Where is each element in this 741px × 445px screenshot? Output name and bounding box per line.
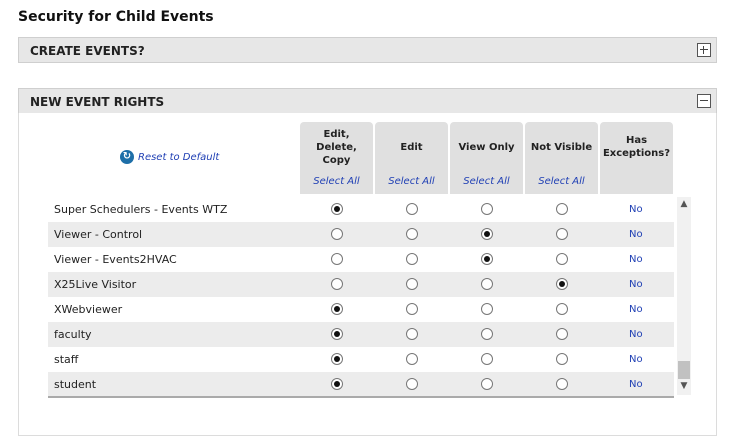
select-all-link[interactable]: Select All (375, 176, 448, 187)
reset-label: Reset to Default (138, 152, 220, 163)
exceptions-link[interactable]: No (629, 204, 643, 215)
scrollbar-thumb[interactable] (678, 361, 690, 379)
reset-icon: ↻ (120, 150, 134, 164)
exceptions-link[interactable]: No (629, 304, 643, 315)
group-name: staff (54, 353, 79, 366)
table-row: student No (48, 372, 674, 397)
column-header-label: Copy (322, 155, 351, 166)
column-header-3: Not Visible Select All (525, 122, 598, 194)
column-header-label: Not Visible (530, 142, 593, 153)
permission-radio[interactable] (556, 278, 568, 290)
table-row: Super Schedulers - Events WTZ No (48, 197, 674, 222)
group-name: Viewer - Control (54, 228, 143, 241)
column-header-label: Edit (400, 142, 423, 153)
select-all-link[interactable]: Select All (525, 176, 598, 187)
permission-radio[interactable] (556, 328, 568, 340)
permission-radio[interactable] (331, 378, 343, 390)
exceptions-link[interactable]: No (629, 354, 643, 365)
permission-radio[interactable] (331, 303, 343, 315)
permission-radio[interactable] (481, 253, 493, 265)
column-header-0: Edit, Delete, Copy Select All (300, 122, 373, 194)
permission-radio[interactable] (481, 278, 493, 290)
permission-radio[interactable] (556, 353, 568, 365)
permission-radio[interactable] (481, 378, 493, 390)
reset-to-default-link[interactable]: ↻ Reset to Default (120, 150, 219, 164)
column-header-label: Exceptions? (602, 148, 671, 159)
permission-radio[interactable] (481, 228, 493, 240)
table-row: Viewer - Control No (48, 222, 674, 247)
table-row: Viewer - Events2HVAC No (48, 247, 674, 272)
column-header-1: Edit Select All (375, 122, 448, 194)
permission-radio[interactable] (331, 203, 343, 215)
permission-radio[interactable] (331, 353, 343, 365)
create-events-header[interactable]: CREATE EVENTS? (18, 37, 717, 63)
table-row: faculty No (48, 322, 674, 347)
group-name: Super Schedulers - Events WTZ (54, 203, 228, 216)
group-name: Viewer - Events2HVAC (54, 253, 177, 266)
scrollbar[interactable]: ▲ ▼ (677, 197, 691, 395)
permission-radio[interactable] (406, 303, 418, 315)
permission-radio[interactable] (406, 278, 418, 290)
column-header-4: Has Exceptions? (600, 122, 673, 194)
permission-radio[interactable] (556, 203, 568, 215)
permission-radio[interactable] (331, 253, 343, 265)
table-row: staff No (48, 347, 674, 372)
permission-radio[interactable] (481, 353, 493, 365)
new-event-rights-header[interactable]: NEW EVENT RIGHTS (18, 88, 717, 114)
page-title: Security for Child Events (18, 9, 214, 25)
new-event-rights-label: NEW EVENT RIGHTS (30, 95, 165, 109)
exceptions-link[interactable]: No (629, 329, 643, 340)
expand-icon[interactable] (697, 43, 711, 57)
table-row: X25Live Visitor No (48, 272, 674, 297)
group-name: student (54, 378, 97, 391)
exceptions-link[interactable]: No (629, 229, 643, 240)
create-events-label: CREATE EVENTS? (30, 44, 145, 58)
scroll-down-icon[interactable]: ▼ (677, 381, 691, 391)
column-header-label: Has (625, 135, 648, 146)
permission-radio[interactable] (556, 378, 568, 390)
permission-radio[interactable] (406, 253, 418, 265)
permission-radio[interactable] (406, 378, 418, 390)
group-name: faculty (54, 328, 92, 341)
table-bottom-border (48, 396, 674, 398)
group-name: XWebviewer (54, 303, 123, 316)
permission-radio[interactable] (556, 253, 568, 265)
column-header-label: Edit, (323, 129, 350, 140)
select-all-link[interactable]: Select All (300, 176, 373, 187)
permission-radio[interactable] (481, 328, 493, 340)
permission-radio[interactable] (481, 303, 493, 315)
permission-radio[interactable] (331, 278, 343, 290)
permission-radio[interactable] (556, 228, 568, 240)
permission-radio[interactable] (481, 203, 493, 215)
group-name: X25Live Visitor (54, 278, 137, 291)
permission-radio[interactable] (406, 328, 418, 340)
exceptions-link[interactable]: No (629, 254, 643, 265)
column-header-label: Delete, (316, 142, 357, 153)
exceptions-link[interactable]: No (629, 379, 643, 390)
permission-radio[interactable] (331, 328, 343, 340)
collapse-icon[interactable] (697, 94, 711, 108)
permission-radio[interactable] (331, 228, 343, 240)
column-header-label: View Only (458, 142, 515, 153)
table-row: XWebviewer No (48, 297, 674, 322)
permission-radio[interactable] (406, 203, 418, 215)
permission-radio[interactable] (406, 353, 418, 365)
select-all-link[interactable]: Select All (450, 176, 523, 187)
permission-radio[interactable] (406, 228, 418, 240)
scroll-up-icon[interactable]: ▲ (677, 199, 691, 209)
column-header-2: View Only Select All (450, 122, 523, 194)
permission-radio[interactable] (556, 303, 568, 315)
exceptions-link[interactable]: No (629, 279, 643, 290)
